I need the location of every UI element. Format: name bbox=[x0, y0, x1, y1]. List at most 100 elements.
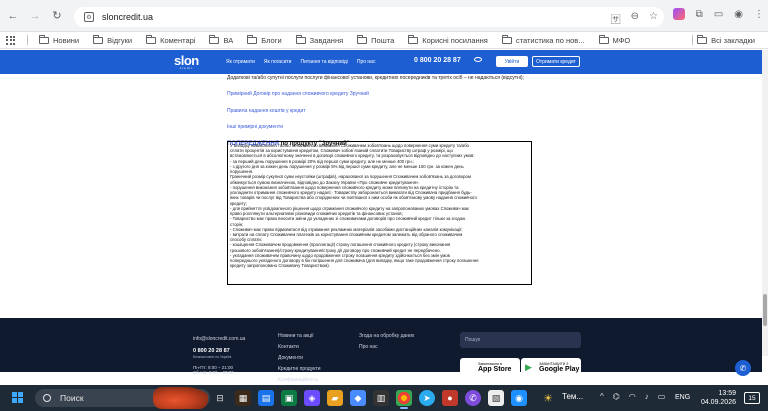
wifi-icon[interactable]: ◠ bbox=[629, 392, 636, 401]
folder-icon bbox=[357, 34, 368, 44]
footer-phone[interactable]: 0 800 20 28 87 bbox=[193, 348, 230, 354]
bookmark-folder[interactable]: Новини bbox=[32, 34, 86, 45]
extensions-puzzle-icon[interactable]: ⧉ bbox=[696, 9, 703, 20]
folder-icon bbox=[501, 34, 512, 44]
back-icon[interactable]: ← bbox=[4, 7, 22, 25]
accessibility-eye-icon[interactable] bbox=[474, 57, 482, 62]
app-icon-5[interactable]: ▥ bbox=[373, 390, 389, 406]
bookmark-folder[interactable]: Відгуки bbox=[86, 34, 139, 45]
chevron-up-icon[interactable]: ^ bbox=[600, 392, 604, 401]
weather-icon[interactable]: ☀ bbox=[540, 390, 556, 406]
folder-icon bbox=[209, 34, 220, 44]
network-icon[interactable]: ⌬ bbox=[613, 392, 620, 401]
profile-icon[interactable]: ◉ bbox=[734, 9, 743, 20]
nav-faq[interactable]: Питання та відповіді bbox=[300, 59, 347, 65]
apps-grid-icon[interactable] bbox=[6, 35, 15, 45]
warning-box: У випадку невиконання та/або неналежного… bbox=[227, 141, 532, 285]
main-content: Додаткові та/або супутні послуги послуги… bbox=[227, 74, 532, 149]
system-clock[interactable]: 13:59 04.09.2026 bbox=[696, 389, 736, 408]
browser-toolbar: ← → ↻ ⚙ sloncredit.ua 🈂 ⊖ ☆ ⧉ ▭ ◉ ⋮ bbox=[0, 0, 768, 32]
footer-links-col2: Згода на обробку даних Про нас bbox=[359, 331, 414, 353]
site-footer: info@sloncredit.com.ua 0 800 20 28 87 Бе… bbox=[0, 318, 762, 383]
zoom-icon[interactable]: ⊖ bbox=[631, 11, 639, 26]
bookmark-folder[interactable]: ВА bbox=[202, 34, 240, 45]
nav-how-to-get[interactable]: Як отримати bbox=[226, 59, 255, 65]
folder-icon bbox=[408, 34, 419, 44]
additional-services-text: Додаткові та/або супутні послуги послуги… bbox=[227, 75, 524, 81]
bookmark-folder[interactable]: Завдання bbox=[289, 34, 351, 45]
footer-link[interactable]: Документи bbox=[278, 353, 321, 364]
all-bookmarks[interactable]: Всі закладки bbox=[681, 34, 762, 45]
login-button[interactable]: Увійти bbox=[496, 56, 528, 67]
bookmark-folder[interactable]: МФО bbox=[592, 34, 638, 45]
sample-contract-link[interactable]: Примірний Договір про надання споживчого… bbox=[227, 91, 532, 97]
site-logo[interactable]: slon credit bbox=[174, 53, 199, 70]
extension-icon[interactable] bbox=[672, 8, 685, 20]
footer-link[interactable]: Кредитні продукти bbox=[278, 364, 321, 375]
bookmark-folder[interactable]: Пошта bbox=[350, 34, 401, 45]
bookmark-folder[interactable]: статистика по нов... bbox=[495, 34, 592, 45]
app-icon-8[interactable]: ◉ bbox=[511, 390, 527, 406]
chrome-icon[interactable] bbox=[396, 390, 412, 406]
app-store-button[interactable]: Завантажити в App Store bbox=[460, 358, 520, 376]
google-play-button[interactable]: ▶ ЗАВАНТАЖИТИ З Google Play bbox=[521, 358, 581, 376]
bookmark-folder[interactable]: Блоги bbox=[240, 34, 288, 45]
footer-link[interactable]: Контакти bbox=[278, 342, 321, 353]
notification-badge[interactable]: 15 bbox=[744, 392, 760, 404]
bookmark-folder[interactable]: Коментарі bbox=[139, 34, 202, 45]
volume-icon[interactable]: ♪ bbox=[645, 392, 649, 401]
folder-icon bbox=[295, 34, 306, 44]
folder-icon bbox=[598, 34, 609, 44]
language-indicator[interactable]: ENG bbox=[675, 394, 690, 401]
bookmark-folder[interactable]: Корисні посилання bbox=[401, 34, 495, 45]
forward-icon[interactable]: → bbox=[26, 7, 44, 25]
nav-about[interactable]: Про нас bbox=[357, 59, 376, 65]
chat-icon[interactable]: ✆ bbox=[735, 360, 751, 376]
folder-icon bbox=[697, 34, 708, 44]
header-phone[interactable]: 0 800 20 28 87 bbox=[414, 57, 461, 64]
nav-how-to-repay[interactable]: Як погасити bbox=[264, 59, 292, 65]
app-icon-4[interactable]: ◆ bbox=[350, 390, 366, 406]
google-play-icon: ▶ bbox=[525, 361, 532, 372]
site-nav: Як отримати Як погасити Питання та відпо… bbox=[226, 59, 375, 65]
app-icon-6[interactable]: ● bbox=[442, 390, 458, 406]
site-info-icon[interactable]: ⚙ bbox=[84, 12, 94, 22]
battery-icon[interactable]: ▭ bbox=[658, 392, 666, 401]
page-scrollbar[interactable] bbox=[762, 50, 768, 356]
sidebar-icon[interactable]: ▭ bbox=[714, 9, 723, 20]
footer-email[interactable]: info@sloncredit.com.ua bbox=[193, 336, 245, 342]
app-icon-2[interactable]: ▤ bbox=[258, 390, 274, 406]
reload-icon[interactable]: ↻ bbox=[48, 7, 66, 25]
app-icon-3[interactable]: ▣ bbox=[281, 390, 297, 406]
bookmarks-bar: Новини Відгуки Коментарі ВА Блоги Завдан… bbox=[0, 32, 768, 49]
folder-icon bbox=[39, 34, 49, 44]
other-documents-link[interactable]: Інші примірні документи bbox=[227, 124, 532, 130]
bookmarks-separator bbox=[692, 35, 694, 45]
weather-text[interactable]: Тем... bbox=[562, 392, 583, 401]
bookmarks-separator bbox=[27, 35, 28, 45]
telegram-icon[interactable]: ➤ bbox=[419, 390, 435, 406]
translate-icon[interactable]: 🈂 bbox=[611, 11, 621, 26]
footer-link[interactable]: Новини та акції bbox=[278, 331, 321, 342]
bookmark-star-icon[interactable]: ☆ bbox=[649, 11, 658, 26]
copilot-icon[interactable]: ◈ bbox=[304, 390, 320, 406]
url-text: sloncredit.ua bbox=[102, 12, 154, 22]
footer-link[interactable]: Про нас bbox=[359, 342, 414, 353]
viber-icon[interactable]: ✆ bbox=[465, 390, 481, 406]
menu-icon[interactable]: ⋮ bbox=[754, 9, 764, 20]
folder-icon bbox=[247, 34, 258, 44]
lending-rules-link[interactable]: Правила надання коштів у кредит bbox=[227, 108, 532, 114]
windows-start-icon[interactable] bbox=[12, 392, 23, 403]
site-header: slon credit Як отримати Як погасити Питан… bbox=[0, 50, 768, 74]
taskbar: Поиск ⊟ ▦ ▤ ▣ ◈ ▰ ◆ ▥ ➤ ● ✆ ▧ ◉ ☀ Тем...… bbox=[0, 385, 768, 411]
scrollbar-thumb[interactable] bbox=[763, 294, 767, 326]
footer-link[interactable]: Згода на обробку даних bbox=[359, 331, 414, 342]
app-icon-7[interactable]: ▧ bbox=[488, 390, 504, 406]
get-credit-button[interactable]: Отримати кредит bbox=[532, 56, 580, 67]
file-explorer-icon[interactable]: ▰ bbox=[327, 390, 343, 406]
footer-links-col1: Новини та акції Контакти Документи Креди… bbox=[278, 331, 321, 386]
footer-search-input[interactable]: Пошук bbox=[460, 332, 581, 348]
task-view-icon[interactable]: ⊟ bbox=[212, 390, 228, 406]
address-bar[interactable]: ⚙ sloncredit.ua 🈂 ⊖ ☆ bbox=[74, 7, 664, 27]
app-icon-1[interactable]: ▦ bbox=[235, 390, 251, 406]
